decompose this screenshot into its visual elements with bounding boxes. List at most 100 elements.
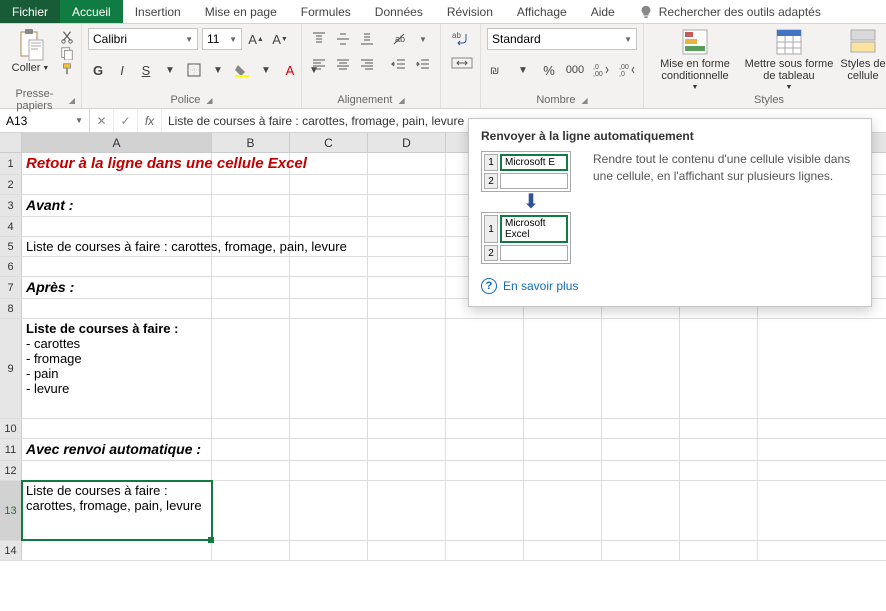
row-header[interactable]: 13 — [0, 481, 22, 540]
align-middle-icon[interactable] — [332, 28, 354, 50]
tab-review[interactable]: Révision — [435, 0, 505, 23]
cell[interactable] — [212, 419, 290, 438]
tab-formulas[interactable]: Formules — [289, 0, 363, 23]
cell[interactable] — [680, 439, 758, 460]
cell[interactable] — [368, 461, 446, 480]
cell[interactable] — [368, 257, 446, 276]
cell[interactable] — [212, 481, 290, 540]
cell[interactable] — [290, 461, 368, 480]
cell[interactable] — [368, 195, 446, 216]
cell[interactable]: Avant : — [22, 195, 212, 216]
comma-icon[interactable]: 000 — [565, 60, 585, 80]
column-header[interactable]: C — [290, 133, 368, 152]
cell[interactable] — [524, 481, 602, 540]
column-header[interactable]: B — [212, 133, 290, 152]
font-color-button[interactable]: A — [280, 60, 300, 80]
tab-insert[interactable]: Insertion — [123, 0, 193, 23]
align-right-icon[interactable] — [356, 54, 378, 76]
font-size-combo[interactable]: 11▼ — [202, 28, 242, 50]
row-header[interactable]: 5 — [0, 237, 22, 256]
font-name-combo[interactable]: Calibri▼ — [88, 28, 198, 50]
cell[interactable] — [368, 153, 446, 174]
orientation-icon[interactable]: ab — [388, 28, 410, 50]
cell[interactable] — [368, 175, 446, 194]
cell[interactable] — [290, 541, 368, 560]
cell[interactable] — [368, 541, 446, 560]
align-bottom-icon[interactable] — [356, 28, 378, 50]
dialog-launcher-icon[interactable]: ◢ — [398, 96, 404, 105]
cell[interactable] — [602, 541, 680, 560]
align-center-icon[interactable] — [332, 54, 354, 76]
number-format-combo[interactable]: Standard▼ — [487, 28, 637, 50]
tab-view[interactable]: Affichage — [505, 0, 579, 23]
tab-data[interactable]: Données — [363, 0, 435, 23]
decrease-indent-icon[interactable] — [388, 54, 410, 76]
cell[interactable] — [290, 299, 368, 318]
orientation-dd[interactable]: ▼ — [412, 28, 434, 50]
bold-button[interactable]: G — [88, 60, 108, 80]
cell[interactable]: Avec renvoi automatique : — [22, 439, 212, 460]
accounting-dd[interactable]: ▼ — [513, 60, 533, 80]
row-header[interactable]: 9 — [0, 319, 22, 418]
cell[interactable]: Liste de courses à faire :- carottes- fr… — [22, 319, 212, 418]
cell[interactable] — [290, 419, 368, 438]
row-header[interactable]: 10 — [0, 419, 22, 438]
cell[interactable] — [22, 257, 212, 276]
cell[interactable] — [212, 257, 290, 276]
cell[interactable] — [446, 541, 524, 560]
cell[interactable] — [290, 277, 368, 298]
decrease-font-icon[interactable]: A▼ — [270, 29, 290, 49]
wrap-text-button[interactable]: ab — [447, 28, 477, 50]
cell[interactable]: Après : — [22, 277, 212, 298]
conditional-formatting-button[interactable]: Mise en forme conditionnelle▼ — [650, 28, 740, 91]
dialog-launcher-icon[interactable]: ◢ — [581, 96, 587, 105]
cell[interactable] — [368, 299, 446, 318]
cell[interactable]: Liste de courses à faire : carottes, fro… — [22, 481, 212, 540]
cell[interactable] — [368, 481, 446, 540]
cell[interactable] — [368, 419, 446, 438]
cell[interactable] — [22, 541, 212, 560]
row-header[interactable]: 6 — [0, 257, 22, 276]
cell[interactable] — [368, 217, 446, 236]
tab-file[interactable]: Fichier — [0, 0, 60, 23]
increase-font-icon[interactable]: A▲ — [246, 29, 266, 49]
increase-decimal-icon[interactable]: ,0,00 — [591, 60, 611, 80]
cell[interactable] — [446, 461, 524, 480]
cell[interactable] — [602, 439, 680, 460]
cell[interactable] — [368, 319, 446, 418]
cell[interactable] — [290, 175, 368, 194]
tooltip-learn-more-link[interactable]: ? En savoir plus — [481, 278, 859, 294]
row-header[interactable]: 3 — [0, 195, 22, 216]
cell[interactable] — [680, 481, 758, 540]
cell[interactable] — [368, 439, 446, 460]
tab-layout[interactable]: Mise en page — [193, 0, 289, 23]
paste-icon[interactable] — [17, 28, 45, 62]
cell[interactable] — [368, 277, 446, 298]
cell[interactable] — [680, 461, 758, 480]
italic-button[interactable]: I — [112, 60, 132, 80]
cut-icon[interactable] — [59, 30, 75, 44]
fx-icon[interactable]: fx — [138, 109, 162, 132]
borders-dd[interactable]: ▼ — [208, 60, 228, 80]
paste-label[interactable]: Coller▼ — [12, 62, 50, 74]
cell[interactable] — [22, 299, 212, 318]
cell[interactable] — [446, 319, 524, 418]
name-box[interactable]: A13▼ — [0, 109, 90, 132]
cell[interactable] — [524, 541, 602, 560]
copy-icon[interactable] — [59, 46, 75, 60]
cell[interactable] — [212, 195, 290, 216]
cell[interactable] — [212, 277, 290, 298]
cell[interactable] — [524, 439, 602, 460]
format-as-table-button[interactable]: Mettre sous forme de tableau▼ — [744, 28, 834, 91]
cell[interactable] — [212, 461, 290, 480]
dialog-launcher-icon[interactable]: ◢ — [69, 96, 75, 105]
cell[interactable] — [212, 439, 290, 460]
increase-indent-icon[interactable] — [412, 54, 434, 76]
row-header[interactable]: 8 — [0, 299, 22, 318]
cell[interactable] — [212, 217, 290, 236]
cell[interactable] — [290, 257, 368, 276]
cell[interactable] — [290, 195, 368, 216]
row-header[interactable]: 11 — [0, 439, 22, 460]
row-header[interactable]: 7 — [0, 277, 22, 298]
cell[interactable] — [446, 419, 524, 438]
